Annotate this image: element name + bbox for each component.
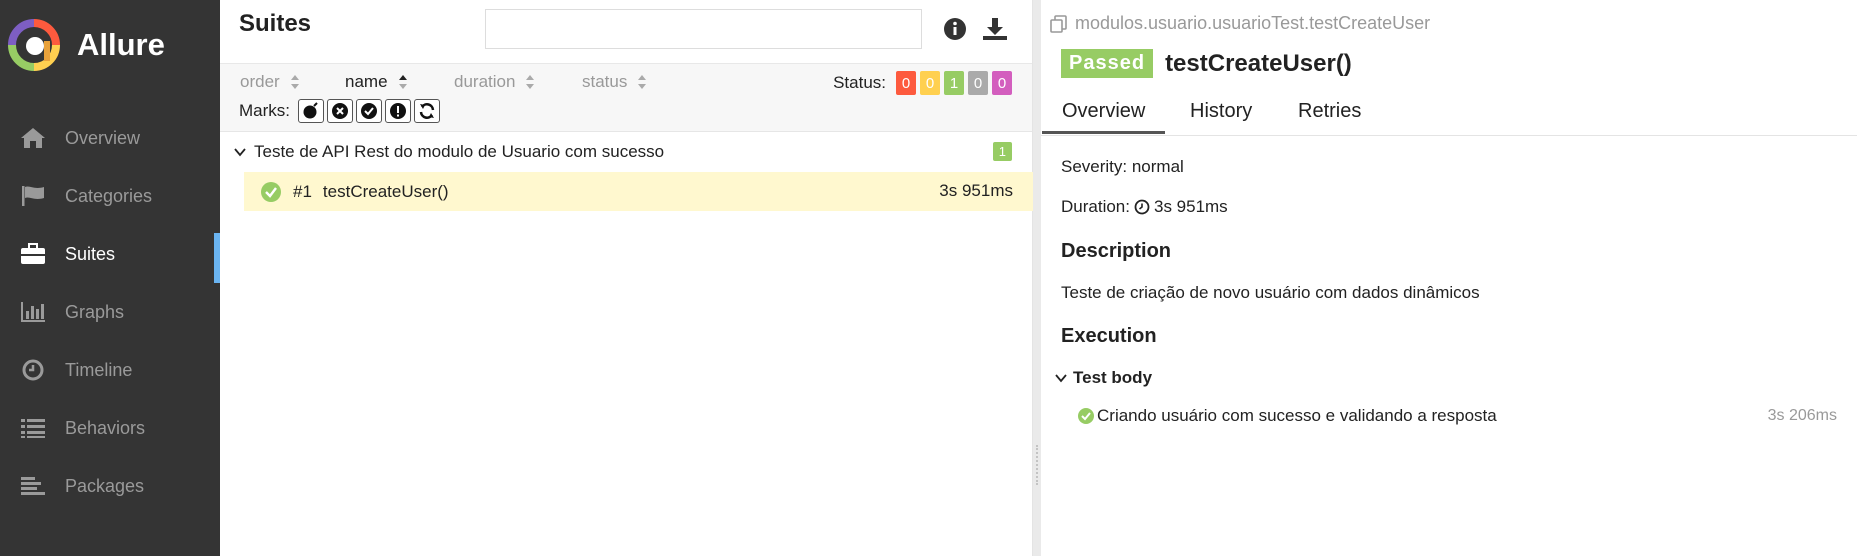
suite-group-count-badge: 1: [992, 142, 1012, 161]
passed-check-icon: [1078, 408, 1094, 424]
sort-icon: [290, 75, 299, 89]
sort-status[interactable]: status: [582, 72, 647, 92]
sort-duration[interactable]: duration: [454, 72, 535, 92]
sidebar-item-label: Packages: [65, 475, 145, 496]
sidebar-item-packages[interactable]: Packages: [0, 457, 220, 515]
suites-toolbar: order name duration status Status: 0 0 1…: [220, 64, 1032, 132]
download-icon[interactable]: [982, 16, 1008, 42]
copy-icon[interactable]: [1049, 14, 1069, 34]
chevron-down-icon: [234, 148, 246, 157]
test-body-toggle[interactable]: Test body: [1055, 368, 1152, 388]
step-name: Criando usuário com sucesso e validando …: [1097, 406, 1497, 425]
sidebar-item-suites[interactable]: Suites: [0, 225, 220, 283]
status-unknown-toggle[interactable]: 0: [992, 71, 1012, 95]
clock-icon: [19, 358, 47, 382]
brand[interactable]: Allure: [8, 19, 165, 71]
sidebar-item-label: Categories: [65, 185, 153, 206]
passed-check-icon: [261, 181, 281, 202]
suite-group-title: Teste de API Rest do modulo de Usuario c…: [254, 142, 665, 161]
detail-tabs: Overview History Retries: [1041, 92, 1857, 136]
severity-text: Severity: normal: [1061, 157, 1184, 176]
home-icon: [19, 126, 47, 150]
status-filter: Status: 0 0 1 0 0: [833, 71, 1012, 95]
status-label: Status:: [833, 73, 886, 92]
sort-status-label: status: [582, 72, 628, 91]
flaky-icon[interactable]: [298, 99, 324, 123]
test-body-label: Test body: [1073, 368, 1153, 387]
test-number: #1: [293, 181, 312, 201]
status-badge: Passed: [1061, 49, 1154, 78]
test-duration: 3s 951ms: [939, 181, 1013, 200]
suites-panel: Suites order name duration status Status…: [220, 0, 1033, 556]
sidebar-item-timeline[interactable]: Timeline: [0, 341, 220, 399]
info-icon[interactable]: [942, 16, 968, 42]
sidebar-item-label: Timeline: [65, 359, 133, 380]
test-full-path: modulos.usuario.usuarioTest.testCreateUs…: [1049, 13, 1430, 34]
marks-label: Marks:: [239, 101, 290, 120]
suites-header: Suites: [220, 0, 1032, 64]
page-title: Suites: [239, 10, 312, 37]
sidebar-nav: Overview Categories Suites Graphs Timeli…: [0, 109, 220, 515]
tab-overview[interactable]: Overview: [1041, 100, 1166, 134]
sidebar-item-overview[interactable]: Overview: [0, 109, 220, 167]
duration-value: 3s 951ms: [1153, 197, 1228, 216]
chevron-down-icon: [1055, 374, 1067, 383]
sidebar-item-label: Overview: [65, 127, 141, 148]
description-heading: Description: [1061, 240, 1172, 262]
sort-name[interactable]: name: [345, 72, 408, 92]
tab-history[interactable]: History: [1190, 100, 1252, 123]
sidebar-item-label: Graphs: [65, 301, 125, 322]
status-broken-toggle[interactable]: 0: [920, 71, 940, 95]
test-name: testCreateUser(): [322, 181, 449, 201]
step-row[interactable]: Criando usuário com sucesso e validando …: [1078, 406, 1837, 426]
sort-duration-label: duration: [454, 72, 516, 91]
test-title: testCreateUser(): [1165, 49, 1352, 77]
sidebar-item-label: Behaviors: [65, 417, 146, 438]
table-row[interactable]: #1 testCreateUser() 3s 951ms: [244, 172, 1033, 211]
sidebar-item-categories[interactable]: Categories: [0, 167, 220, 225]
resize-handle[interactable]: [1036, 445, 1038, 485]
test-title-row: Passed testCreateUser(): [1061, 49, 1352, 78]
step-duration: 3s 206ms: [1767, 407, 1837, 424]
status-passed-toggle[interactable]: 1: [944, 71, 964, 95]
sidebar-item-behaviors[interactable]: Behaviors: [0, 399, 220, 457]
sidebar-item-label: Suites: [65, 243, 116, 264]
sort-icon: [638, 75, 647, 89]
allure-logo-icon: [8, 19, 60, 71]
sidebar: Allure Overview Categories Suites Graphs: [0, 0, 220, 556]
sort-order[interactable]: order: [240, 72, 300, 92]
tab-retries[interactable]: Retries: [1298, 100, 1361, 123]
status-skipped-toggle[interactable]: 0: [968, 71, 988, 95]
sidebar-item-graphs[interactable]: Graphs: [0, 283, 220, 341]
stopwatch-icon: [1134, 199, 1150, 215]
execution-heading: Execution: [1061, 325, 1157, 347]
marks-filter: Marks:: [239, 99, 440, 123]
sort-name-label: name: [345, 72, 388, 91]
flag-icon: [19, 184, 47, 208]
duration-label: Duration:: [1061, 197, 1130, 216]
new-broken-icon[interactable]: [385, 99, 411, 123]
bar-chart-icon: [19, 300, 47, 324]
list-icon: [19, 416, 47, 440]
sort-order-label: order: [240, 72, 280, 91]
new-failed-icon[interactable]: [327, 99, 353, 123]
suite-group-row[interactable]: Teste de API Rest do modulo de Usuario c…: [220, 132, 1032, 172]
status-failed-toggle[interactable]: 0: [896, 71, 916, 95]
description-text: Teste de criação de novo usuário com dad…: [1061, 283, 1480, 302]
sort-asc-icon: [398, 75, 407, 89]
align-left-icon: [19, 474, 47, 498]
test-detail-panel: modulos.usuario.usuarioTest.testCreateUs…: [1041, 0, 1857, 556]
search-input[interactable]: [485, 9, 922, 49]
duration-info: Duration: 3s 951ms: [1061, 197, 1228, 217]
retries-icon[interactable]: [414, 99, 440, 123]
new-passed-icon[interactable]: [356, 99, 382, 123]
briefcase-icon: [19, 242, 47, 266]
brand-name: Allure: [77, 27, 165, 62]
sort-icon: [526, 75, 535, 89]
test-path-text: modulos.usuario.usuarioTest.testCreateUs…: [1075, 13, 1431, 33]
